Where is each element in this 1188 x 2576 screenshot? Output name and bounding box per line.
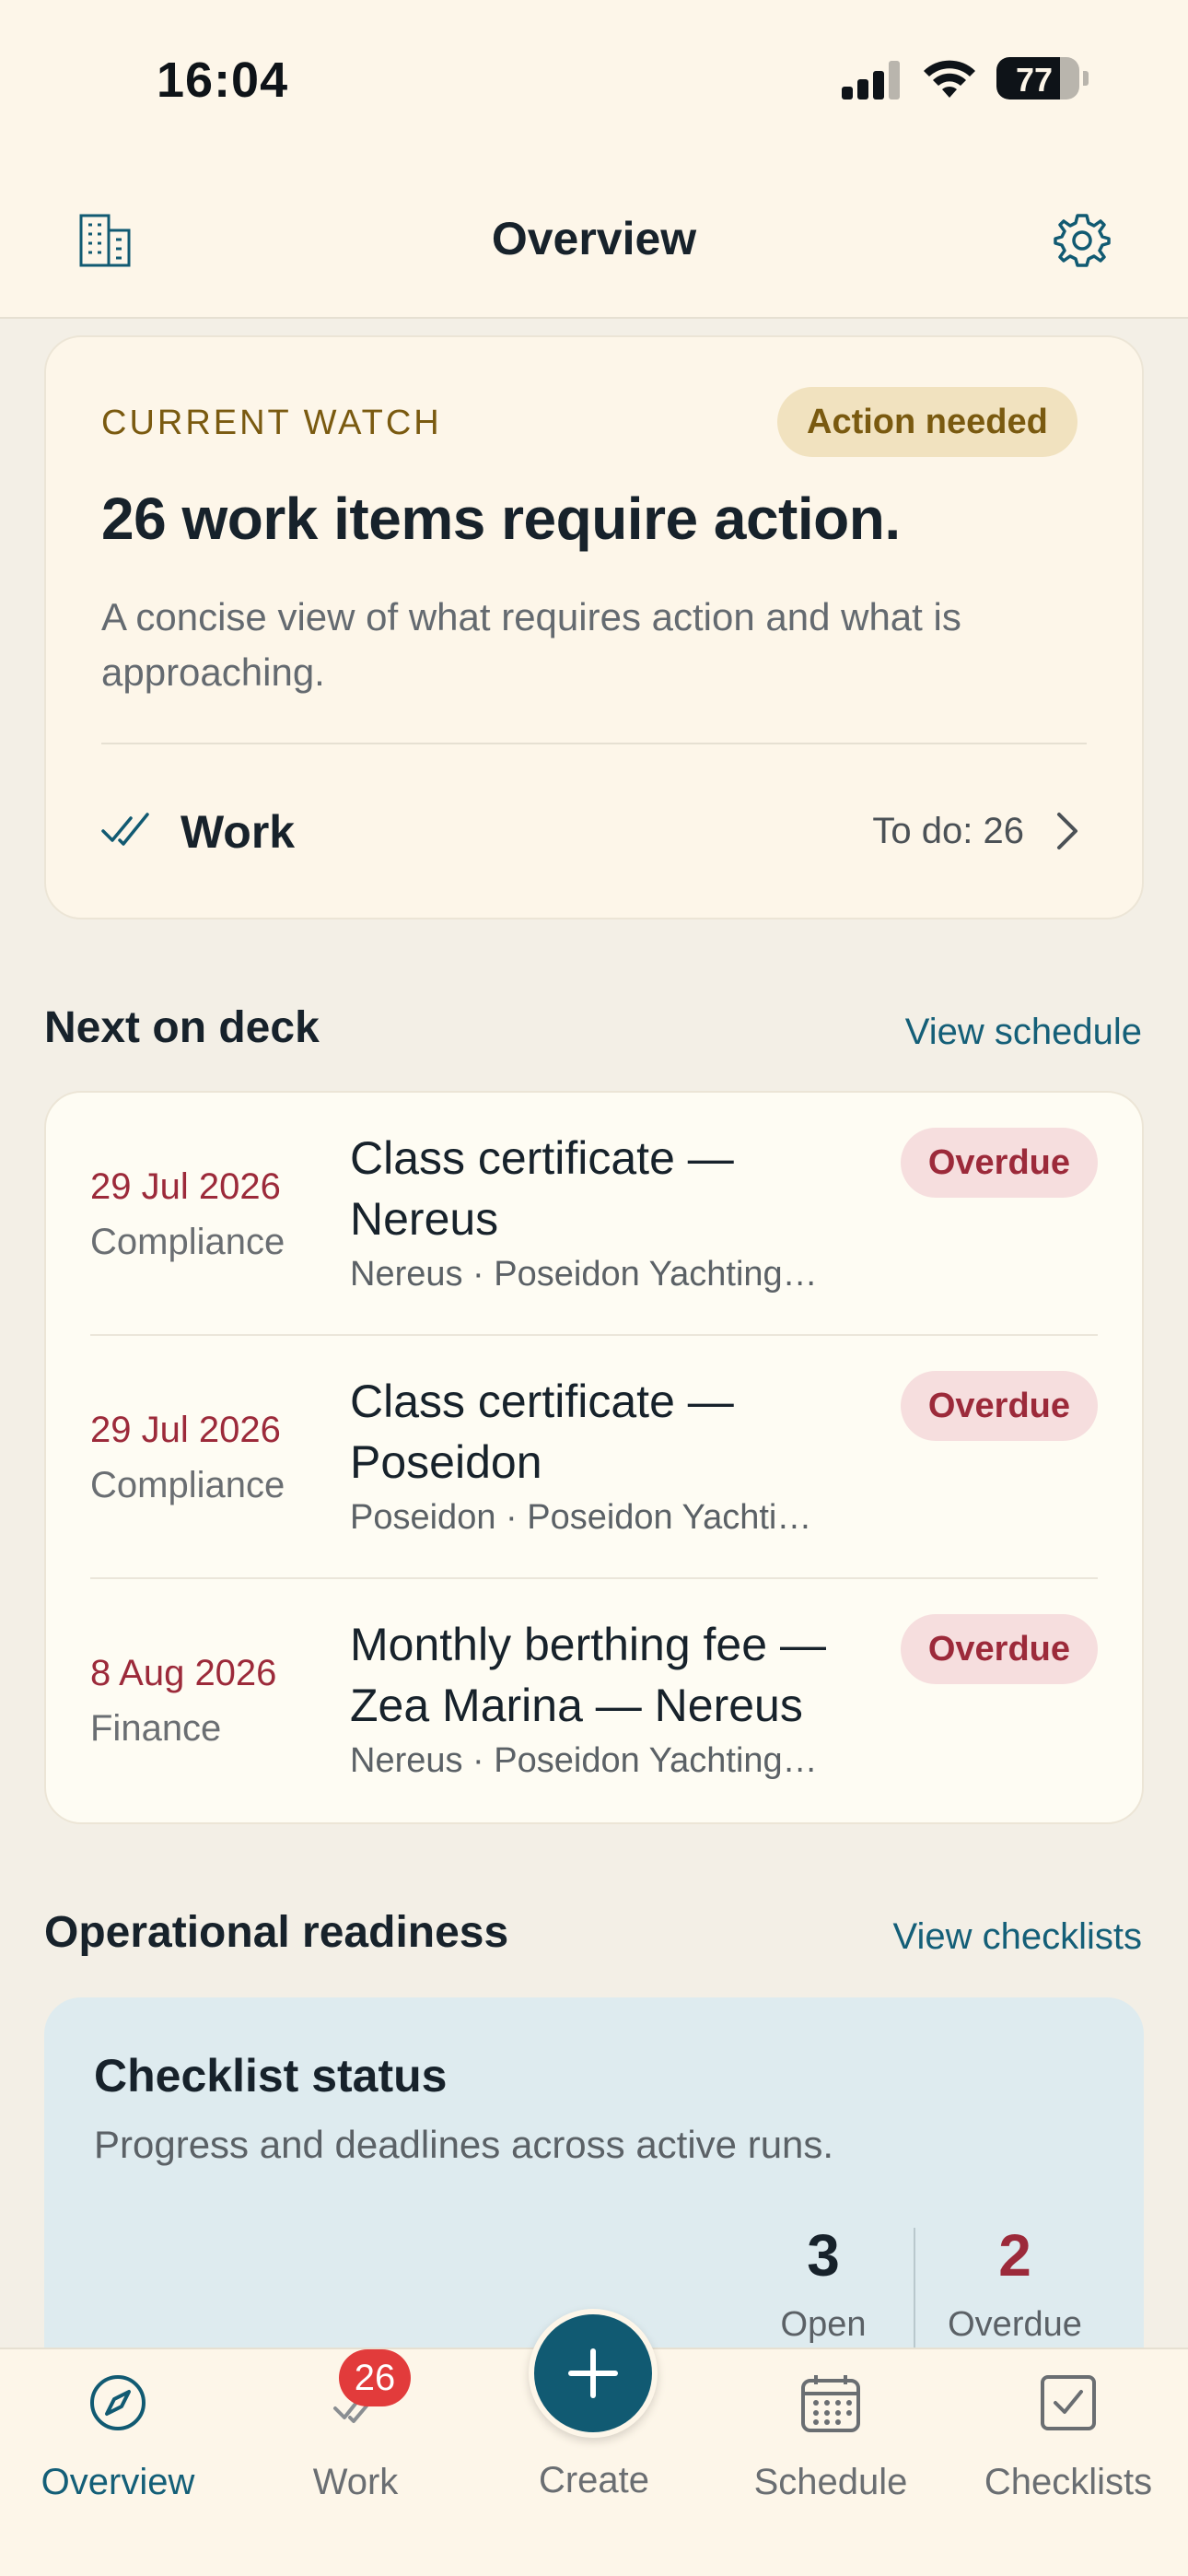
calendar-icon [801, 2375, 860, 2432]
open-count: 3 [807, 2222, 840, 2289]
tab-work-label: Work [312, 2462, 399, 2502]
current-watch-eyebrow: CURRENT WATCH [101, 404, 442, 442]
current-watch-card: CURRENT WATCH Action needed 26 work item… [44, 335, 1144, 919]
checklist-status-description: Progress and deadlines across active run… [94, 2123, 834, 2166]
view-checklists-link[interactable]: View checklists [893, 1916, 1142, 1958]
watch-description: A concise view of what requires action a… [101, 595, 961, 694]
deck-item[interactable]: 8 Aug 2026 Finance Monthly berthing fee … [90, 1579, 1098, 1822]
tab-overview[interactable]: Overview [17, 2349, 219, 2534]
chevron-right-icon [1057, 813, 1077, 849]
status-bar: 16:04 77 [0, 0, 1188, 184]
deck-item-subtitle: Poseidon · Poseidon Yachti… [350, 1498, 812, 1537]
action-needed-badge: Action needed [777, 387, 1077, 457]
operational-readiness-title: Operational readiness [44, 1908, 509, 1957]
overdue-badge: Overdue [900, 1614, 1098, 1684]
battery-level: 77 [1015, 61, 1054, 99]
tab-checklists-label: Checklists [984, 2462, 1153, 2502]
deck-item-category: Compliance [90, 1222, 285, 1262]
wifi-icon [924, 60, 975, 98]
plus-icon [568, 2348, 618, 2398]
create-label: Create [538, 2460, 650, 2500]
deck-item-title: Monthly berthing fee — Zea Marina — Nere… [350, 1619, 826, 1731]
open-stat: 3 Open [768, 2222, 879, 2345]
checklist-status-title: Checklist status [94, 2050, 448, 2102]
tab-schedule[interactable]: Schedule [729, 2349, 932, 2534]
cellular-signal-icon [842, 61, 903, 100]
next-on-deck-card: 29 Jul 2026 Compliance Class certificate… [44, 1091, 1144, 1824]
work-summary-row[interactable]: Work To do: 26 [101, 770, 1087, 890]
deck-item-title: Class certificate — Nereus [350, 1132, 734, 1245]
work-summary-label: Work [181, 806, 296, 858]
deck-item[interactable]: 29 Jul 2026 Compliance Class certificate… [90, 1336, 1098, 1579]
top-nav-bar: Overview [0, 184, 1188, 319]
work-todo-count: To do: 26 [872, 811, 1024, 851]
deck-item-subtitle: Nereus · Poseidon Yachting… [350, 1741, 818, 1780]
deck-item-date: 29 Jul 2026 [90, 1410, 281, 1450]
status-time: 16:04 [157, 53, 289, 108]
deck-item-title: Class certificate — Poseidon [350, 1376, 734, 1488]
checkbox-icon [1041, 2375, 1096, 2430]
stat-divider [914, 2228, 915, 2348]
deck-item[interactable]: 29 Jul 2026 Compliance Class certificate… [90, 1093, 1098, 1336]
compass-icon [90, 2375, 146, 2430]
tab-checklists[interactable]: Checklists [967, 2349, 1170, 2534]
overdue-stat: 2 Overdue [932, 2222, 1098, 2345]
overdue-badge: Overdue [900, 1371, 1098, 1441]
deck-item-date: 29 Jul 2026 [90, 1166, 281, 1207]
deck-item-category: Finance [90, 1708, 222, 1749]
battery-icon: 77 [996, 57, 1079, 100]
overdue-label: Overdue [948, 2305, 1082, 2344]
create-button[interactable] [529, 2309, 658, 2438]
double-check-icon [101, 813, 149, 846]
open-label: Open [780, 2305, 867, 2344]
watch-divider [101, 743, 1087, 744]
page-title: Overview [491, 213, 697, 264]
tab-schedule-label: Schedule [753, 2462, 908, 2502]
view-schedule-link[interactable]: View schedule [905, 1012, 1142, 1053]
overdue-badge: Overdue [900, 1128, 1098, 1198]
battery-nub [1083, 71, 1089, 86]
next-on-deck-title: Next on deck [44, 1003, 320, 1052]
deck-item-subtitle: Nereus · Poseidon Yachting… [350, 1255, 818, 1294]
watch-headline: 26 work items require action. [101, 486, 901, 552]
deck-item-date: 8 Aug 2026 [90, 1653, 277, 1693]
tab-overview-label: Overview [41, 2462, 195, 2502]
gear-icon[interactable] [1052, 210, 1112, 271]
overdue-count: 2 [998, 2222, 1031, 2289]
work-count-badge: 26 [339, 2349, 411, 2406]
deck-item-category: Compliance [90, 1465, 285, 1505]
